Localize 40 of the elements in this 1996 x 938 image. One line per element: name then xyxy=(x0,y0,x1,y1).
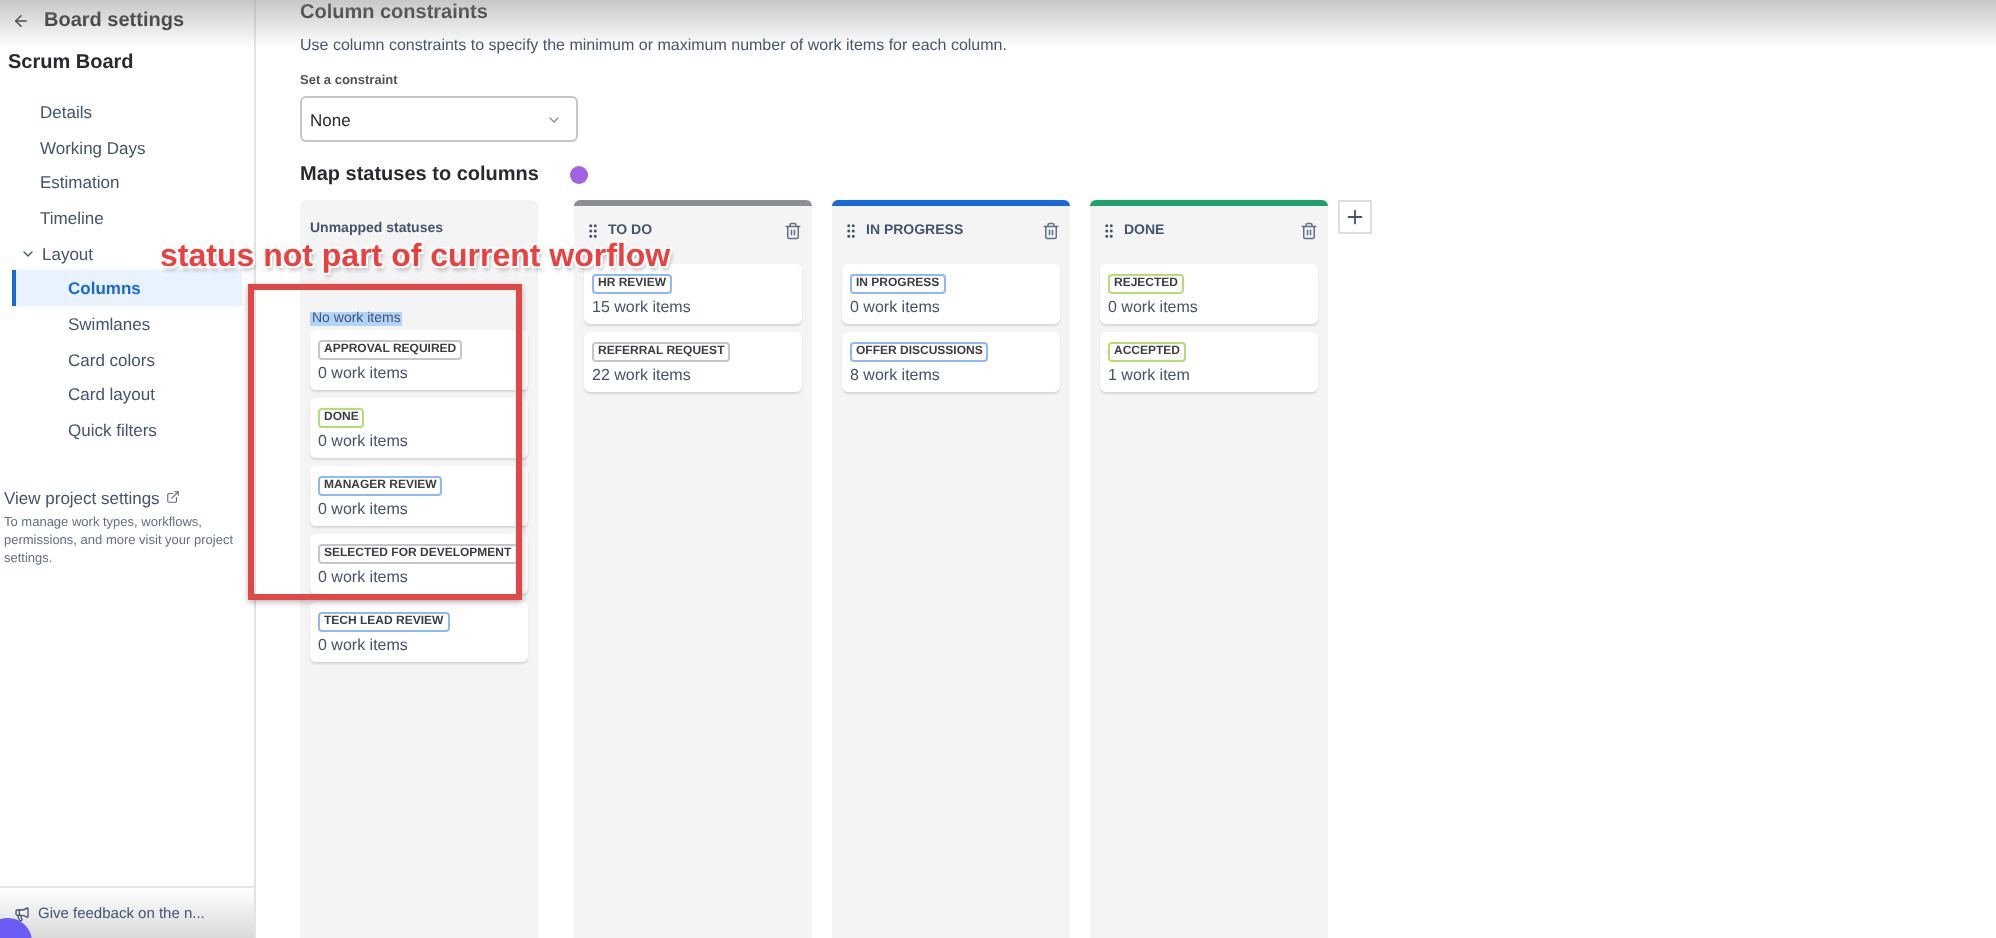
back-icon[interactable] xyxy=(12,11,30,29)
sidebar-item[interactable]: Quick filters xyxy=(12,412,157,448)
sidebar-item[interactable]: Timeline xyxy=(12,200,104,236)
work-item-count: 0 work items xyxy=(1108,298,1198,316)
delete-icon[interactable] xyxy=(1300,221,1318,239)
work-item-count: 0 work items xyxy=(318,364,408,382)
work-item-count: 0 work items xyxy=(318,500,408,518)
sidebar-item[interactable]: Card colors xyxy=(12,341,155,377)
work-item-count: 0 work items xyxy=(318,568,408,586)
constraint-select[interactable]: None xyxy=(300,96,578,142)
drag-handle-icon[interactable] xyxy=(1100,221,1118,239)
drag-handle-icon[interactable] xyxy=(842,221,860,239)
work-item-count: 8 work items xyxy=(850,366,940,384)
board-name: Scrum Board xyxy=(6,50,136,78)
add-column-button[interactable] xyxy=(1338,200,1372,234)
work-item-count: 1 work item xyxy=(1108,366,1190,384)
section-title: Map statuses to columns xyxy=(300,164,539,186)
plus-icon xyxy=(1344,206,1366,228)
sidebar-item[interactable]: Columns xyxy=(12,270,242,307)
work-item-count: 0 work items xyxy=(318,432,408,450)
sidebar-item[interactable]: Card layout xyxy=(12,377,155,413)
sidebar-item[interactable]: Layout xyxy=(12,235,94,271)
sidebar-item[interactable]: Working Days xyxy=(12,129,146,165)
delete-icon[interactable] xyxy=(784,221,802,239)
sidebar-item[interactable]: Swimlanes xyxy=(12,306,151,342)
page-title: Board settings xyxy=(44,9,185,31)
sidebar-item[interactable]: Details xyxy=(12,94,92,130)
external-link-icon xyxy=(165,490,180,505)
work-item-count: 0 work items xyxy=(850,298,940,316)
work-item-count: 0 work items xyxy=(318,636,408,654)
section-description: Use column constraints to specify the minimum or maximum number of work items for each column. xyxy=(300,36,1009,54)
sidebar-item[interactable]: Estimation xyxy=(12,164,120,201)
project-settings-link[interactable]: View project settings xyxy=(4,487,160,508)
delete-icon[interactable] xyxy=(1042,221,1060,239)
work-item-count: 22 work items xyxy=(592,366,691,384)
work-item-count: 15 work items xyxy=(592,298,691,316)
section-title: Column constraints xyxy=(300,2,488,26)
info-icon[interactable] xyxy=(570,166,589,184)
drag-handle-icon[interactable] xyxy=(584,221,602,239)
megaphone-icon xyxy=(14,905,30,921)
